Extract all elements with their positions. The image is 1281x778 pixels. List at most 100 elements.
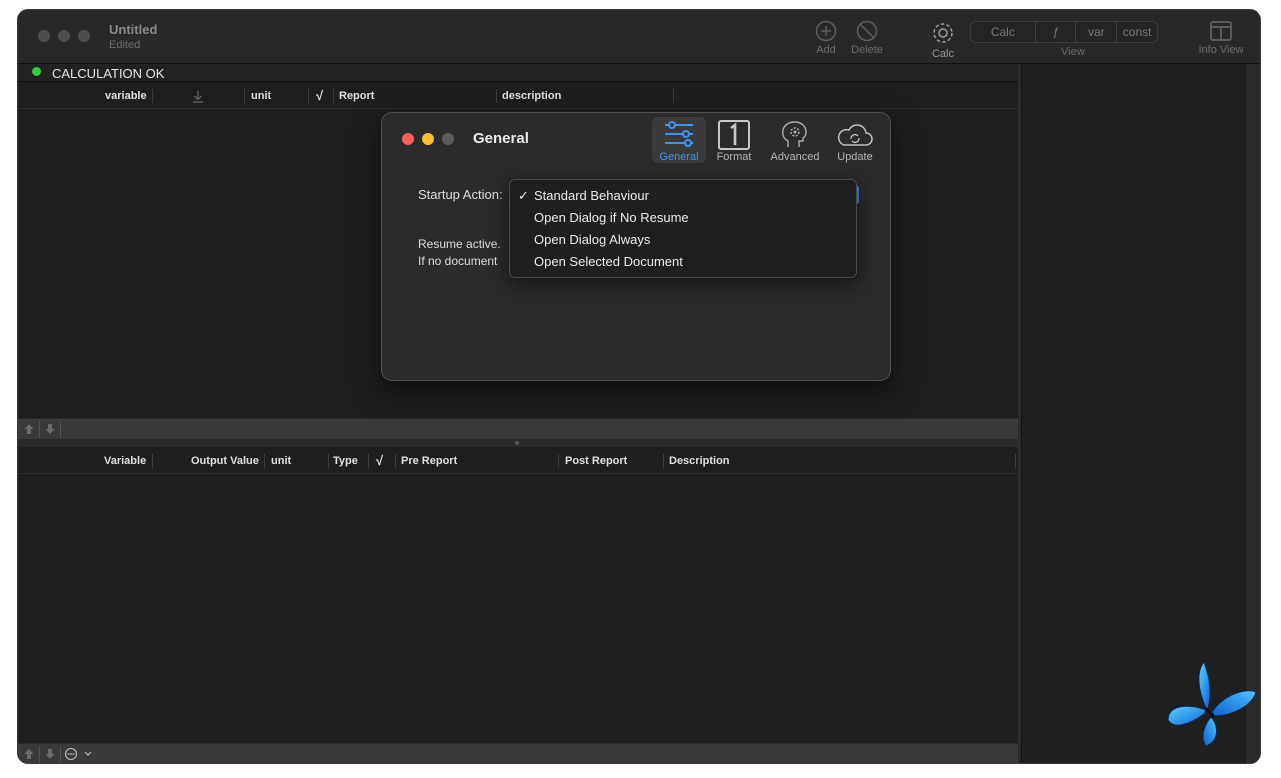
minimize-window-button[interactable] [58,30,70,42]
column-output-value[interactable]: Output Value [191,448,259,474]
download-arrow-icon[interactable] [192,90,204,103]
plus-circle-icon [815,20,837,42]
calc-button[interactable]: Calc [926,20,960,60]
startup-action-label: Startup Action: [418,187,503,202]
dialog-zoom-button[interactable] [442,133,454,145]
view-segmented-control[interactable]: Calc ƒ var const [970,21,1158,43]
column-separator [395,454,396,468]
arrow-up-icon [24,749,34,759]
footer-separator [39,421,40,438]
column-post-report[interactable]: Post Report [565,448,627,474]
column-separator [663,454,664,468]
tab-update-label: Update [837,151,873,163]
tab-general[interactable]: General [652,117,706,163]
tab-format[interactable]: Format [710,117,758,163]
column-output-variable[interactable]: Variable [104,448,146,474]
status-text: CALCULATION OK [52,66,165,81]
column-separator [244,89,245,103]
window-title: Untitled [109,22,158,37]
menu-item-open-selected-document[interactable]: Open Selected Document [510,251,856,273]
column-sqrt[interactable]: √ [316,83,323,109]
view-segment-var[interactable]: var [1076,22,1118,42]
status-indicator [32,67,41,76]
output-table-footer [18,743,1018,763]
resume-info-line2: If no document [418,254,498,268]
column-separator [1015,454,1016,468]
column-unit[interactable]: unit [251,83,271,109]
resume-info-line1: Resume active. [418,237,501,251]
column-separator [152,454,153,468]
info-view-scrollbar[interactable] [1245,64,1260,763]
column-separator [152,89,153,103]
sidebar-right-icon [1210,21,1232,41]
menu-item-open-dialog-always[interactable]: Open Dialog Always [510,229,856,251]
move-down-button[interactable] [41,421,59,438]
menu-item-standard-behaviour[interactable]: ✓ Standard Behaviour [510,185,856,207]
column-separator [558,454,559,468]
column-pre-report[interactable]: Pre Report [401,448,457,474]
view-segment-function[interactable]: ƒ [1036,22,1077,42]
tab-update[interactable]: Update [830,117,880,163]
arrow-down-icon [45,749,55,759]
arrow-up-icon [24,424,34,434]
info-view-label: Info View [1198,44,1244,56]
menu-item-label: Open Dialog Always [534,232,651,247]
column-separator [496,89,497,103]
output-move-up-button[interactable] [20,746,38,763]
gear-icon [933,23,953,43]
options-menu-button[interactable] [62,746,96,763]
output-move-down-button[interactable] [41,746,59,763]
status-bar: CALCULATION OK [18,64,1018,82]
footer-separator [39,746,40,763]
window-subtitle: Edited [109,39,141,51]
arrow-down-icon [45,424,55,434]
move-up-button[interactable] [20,421,38,438]
menu-item-label: Open Selected Document [534,254,683,269]
menu-item-label: Open Dialog if No Resume [534,210,689,225]
info-view-pane [1021,64,1245,763]
dialog-minimize-button[interactable] [422,133,434,145]
column-separator [308,89,309,103]
column-variable[interactable]: variable [105,83,147,109]
info-view-button[interactable]: Info View [1194,20,1248,56]
footer-separator [60,421,61,438]
column-separator [368,454,369,468]
splitter-handle [515,441,519,445]
add-button[interactable]: Add [814,20,838,56]
close-window-button[interactable] [38,30,50,42]
column-description[interactable]: description [502,83,561,109]
checkmark-icon: ✓ [518,188,529,203]
column-separator [333,89,334,103]
add-label: Add [816,44,836,56]
output-table-header: Variable Output Value unit Type √ Pre Re… [18,448,1018,474]
column-output-unit[interactable]: unit [271,448,291,474]
zoom-window-button[interactable] [78,30,90,42]
butterfly-image [1167,660,1257,747]
footer-separator [60,746,61,763]
tab-format-label: Format [716,151,752,163]
view-segment-calc[interactable]: Calc [971,22,1036,42]
prohibited-icon [856,20,878,42]
tab-general-label: General [659,151,699,163]
menu-item-open-dialog-if-no-resume[interactable]: Open Dialog if No Resume [510,207,856,229]
startup-action-menu: ✓ Standard Behaviour Open Dialog if No R… [509,179,857,278]
pane-splitter[interactable] [18,439,1018,447]
brain-gear-icon [782,121,807,147]
tab-advanced-label: Advanced [770,151,820,163]
view-label: View [1061,46,1085,58]
dialog-close-button[interactable] [402,133,414,145]
column-output-type[interactable]: Type [333,448,358,474]
tab-advanced[interactable]: Advanced [764,117,826,163]
title-bar: Untitled Edited Add Delete Calc Calc ƒ v… [18,10,1260,64]
cloud-sync-icon [837,124,873,146]
column-separator [264,454,265,468]
column-report[interactable]: Report [339,83,374,109]
dialog-title: General [473,130,529,147]
column-output-description[interactable]: Description [669,448,730,474]
view-segment-const[interactable]: const [1117,22,1157,42]
calc-label: Calc [931,48,954,60]
column-output-sqrt[interactable]: √ [376,448,383,474]
sliders-icon [665,121,693,147]
delete-button[interactable]: Delete [849,20,885,56]
menu-item-label: Standard Behaviour [534,188,649,203]
